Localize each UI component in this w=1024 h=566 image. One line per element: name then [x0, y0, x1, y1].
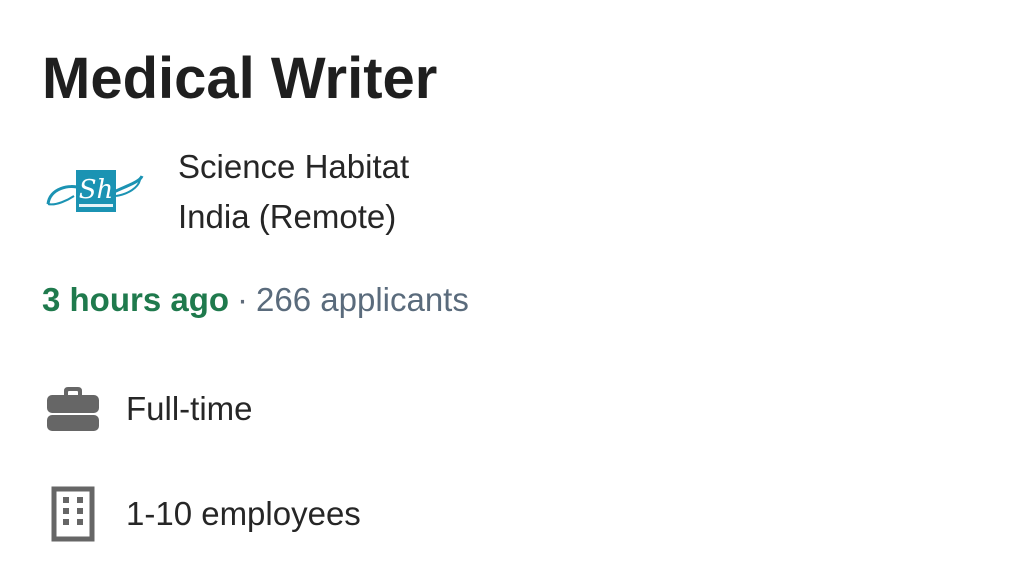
- applicant-count: 266 applicants: [256, 281, 469, 318]
- briefcase-icon: [44, 380, 102, 438]
- building-icon: [44, 485, 102, 543]
- company-info: Science Habitat India (Remote): [178, 142, 409, 242]
- insight-company-size: 1-10 employees: [44, 484, 361, 544]
- job-header: Medical Writer Sh Science Habitat India …: [0, 0, 1024, 566]
- posted-time: 3 hours ago: [42, 281, 230, 318]
- employment-type-label: Full-time: [126, 390, 253, 427]
- job-location: India (Remote): [178, 198, 397, 235]
- insight-employment-type: Full-time: [44, 382, 253, 436]
- meta-separator: ·: [237, 281, 249, 318]
- company-name[interactable]: Science Habitat: [178, 142, 409, 192]
- job-meta: 3 hours ago · 266 applicants: [42, 276, 469, 324]
- science-habitat-logo-icon: Sh: [46, 170, 144, 212]
- job-title: Medical Writer: [42, 46, 438, 111]
- svg-text:Sh: Sh: [79, 175, 114, 205]
- company-size-label: 1-10 employees: [126, 495, 361, 532]
- company-logo[interactable]: Sh: [44, 158, 146, 224]
